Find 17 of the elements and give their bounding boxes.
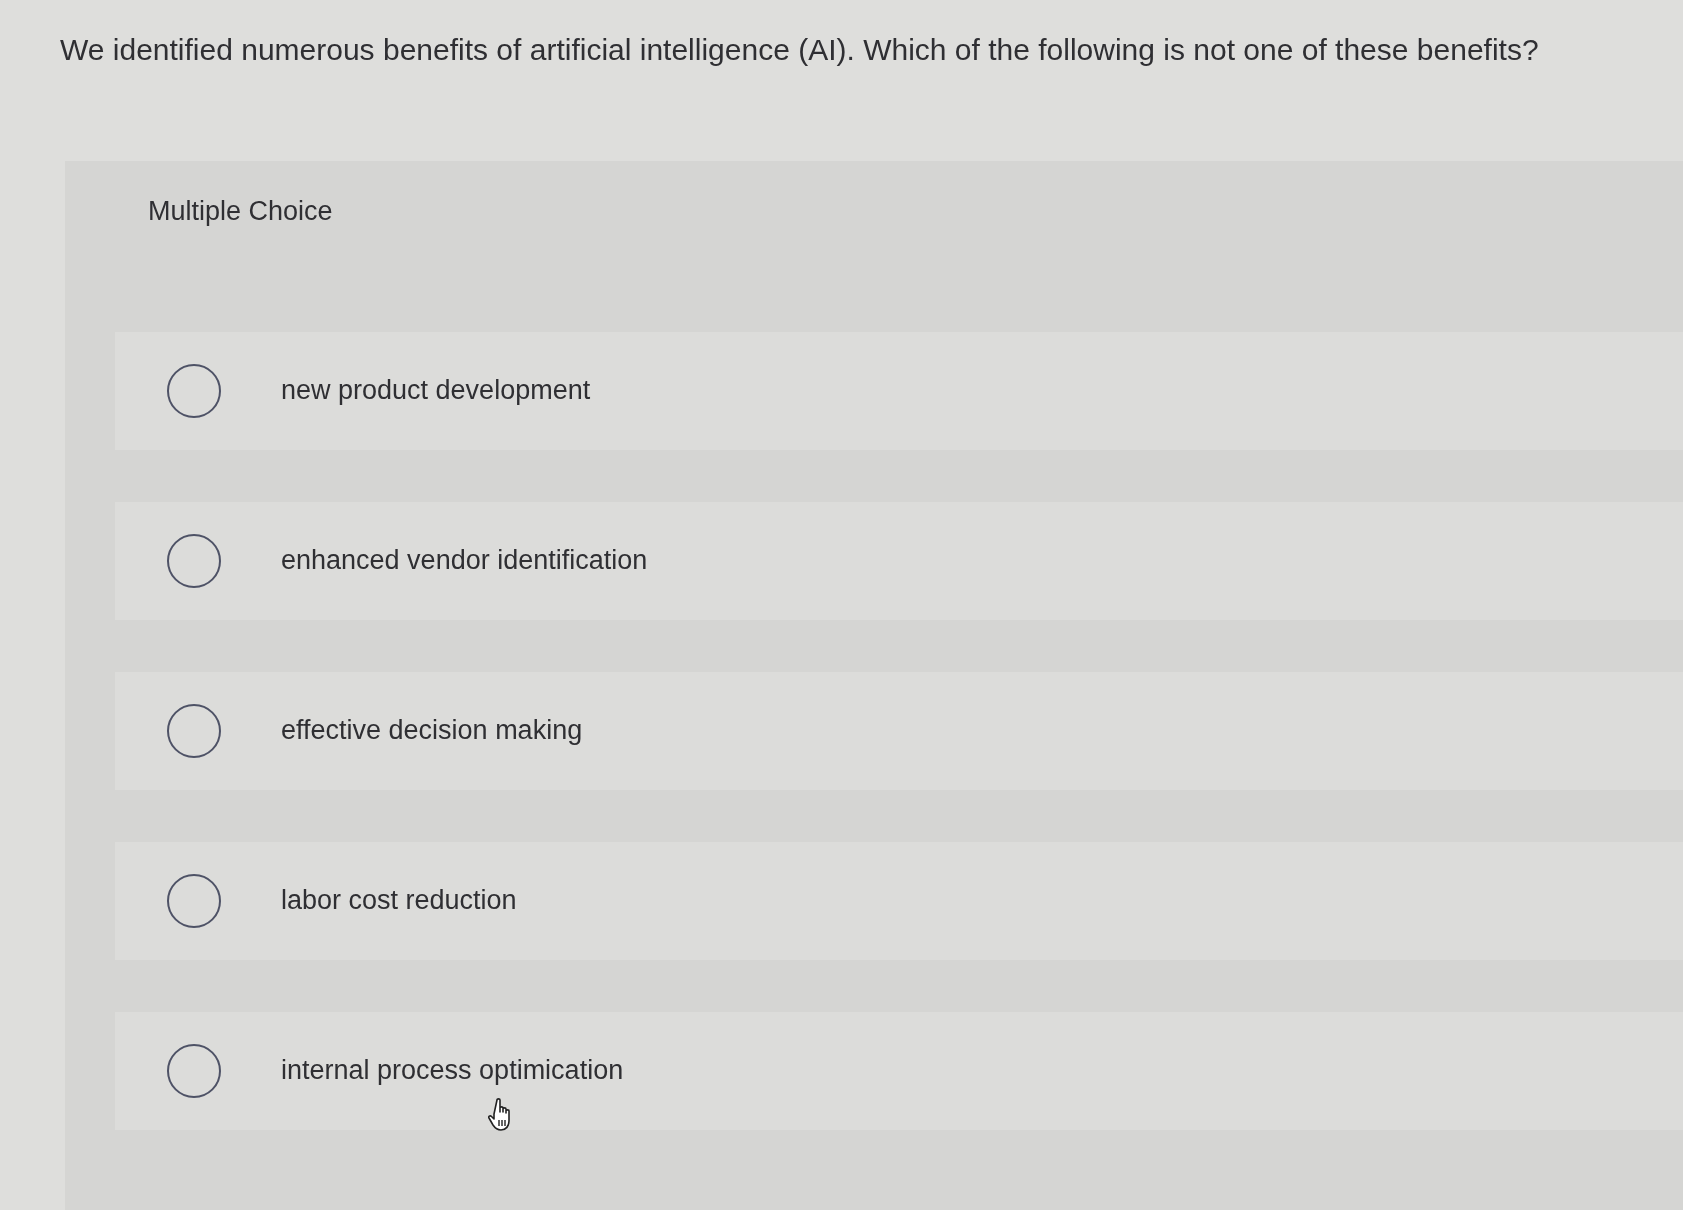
option-label[interactable]: new product development <box>281 370 591 411</box>
radio-button[interactable] <box>167 1043 221 1098</box>
option-label[interactable]: internal process optimication <box>281 1050 624 1091</box>
radio-button[interactable] <box>167 363 221 418</box>
question-text: We identified numerous benefits of artificial intelligence (AI). Which of the following is not one of these benefits? <box>59 32 1540 68</box>
radio-button[interactable] <box>167 533 221 588</box>
answer-option[interactable]: effective decision making <box>115 671 1683 790</box>
answer-option[interactable]: internal process optimication <box>115 1011 1683 1130</box>
option-label[interactable]: labor cost reduction <box>281 880 517 921</box>
option-label[interactable]: enhanced vendor identification <box>281 540 648 581</box>
radio-button[interactable] <box>167 703 221 758</box>
answer-option[interactable]: new product development <box>115 331 1683 450</box>
option-label[interactable]: effective decision making <box>281 710 583 751</box>
answer-option[interactable]: enhanced vendor identification <box>115 501 1683 620</box>
question-type-label: Multiple Choice <box>148 195 333 228</box>
answer-option[interactable]: labor cost reduction <box>115 841 1683 960</box>
radio-button[interactable] <box>167 873 221 928</box>
